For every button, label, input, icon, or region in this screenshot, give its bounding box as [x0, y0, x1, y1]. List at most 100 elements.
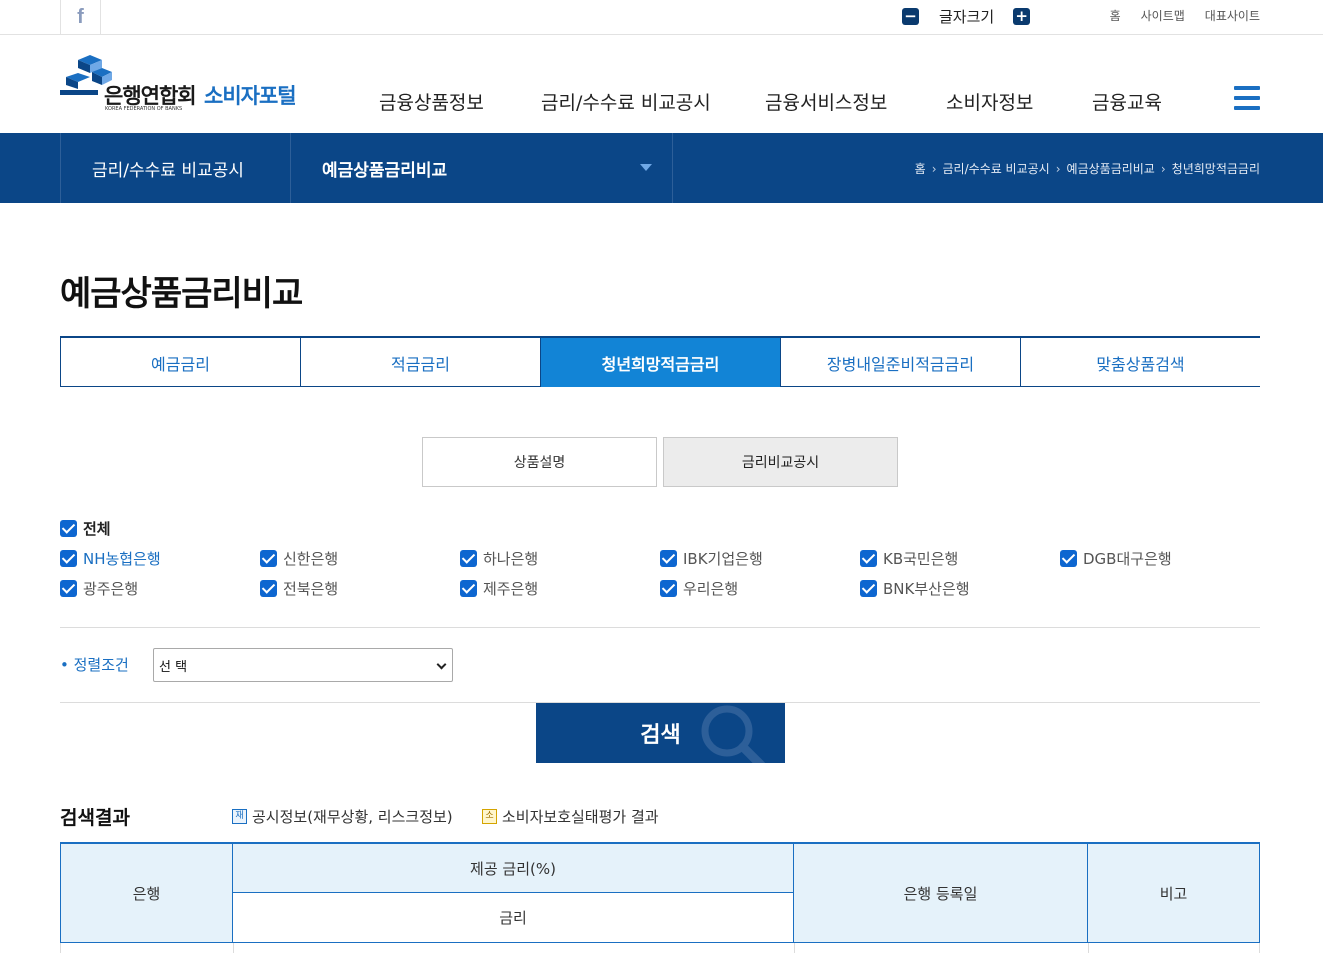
breadcrumb-current: 청년희망적금금리	[1171, 162, 1260, 176]
divider	[60, 627, 1260, 628]
checkbox-label: 우리은행	[683, 580, 739, 598]
font-size-control: − 글자크기 +	[902, 5, 1031, 27]
facebook-icon[interactable]: f	[60, 0, 101, 35]
checkbox-label: NH농협은행	[83, 550, 161, 568]
consumer-badge-icon: 소	[482, 809, 497, 824]
checkbox-label: 전북은행	[283, 580, 339, 598]
checkbox-checked-icon	[660, 580, 677, 597]
chevron-right-icon: ›	[1160, 161, 1166, 176]
utility-bar: f − 글자크기 + 홈 사이트맵 대표사이트	[0, 0, 1323, 35]
tab-deposit-rate[interactable]: 예금금리	[60, 338, 301, 387]
table-header-date: 은행 등록일	[794, 844, 1088, 943]
portal-name: 소비자포털	[204, 84, 297, 108]
caret-down-icon	[640, 164, 652, 171]
checkbox-bank[interactable]: 광주은행	[60, 578, 138, 599]
sort-select[interactable]: 선 택	[153, 648, 453, 682]
checkbox-checked-icon	[460, 550, 477, 567]
breadcrumb-section[interactable]: 금리/수수료 비교공시	[943, 160, 1050, 177]
chevron-down-icon	[436, 659, 447, 670]
tab-bar: 예금금리 적금금리 청년희망적금금리 장병내일준비적금금리 맞춤상품검색	[60, 336, 1260, 387]
checkbox-label: KB국민은행	[883, 550, 959, 568]
magnifier-icon	[701, 705, 765, 763]
main-site-link[interactable]: 대표사이트	[1205, 7, 1260, 24]
checkbox-label: 제주은행	[483, 580, 539, 598]
checkbox-checked-icon	[1060, 550, 1077, 567]
table-header-bank: 은행	[60, 844, 233, 943]
logo-subtitle: KOREA FEDERATION OF BANKS	[105, 106, 183, 112]
checkbox-bank[interactable]: DGB대구은행	[1060, 548, 1172, 569]
checkbox-label: 광주은행	[83, 580, 139, 598]
checkbox-checked-icon	[260, 550, 277, 567]
chevron-right-icon: ›	[1055, 161, 1061, 176]
checkbox-bank[interactable]: 하나은행	[460, 548, 538, 569]
subnav-current-label: 예금상품금리비교	[322, 160, 448, 181]
nav-item-consumer[interactable]: 소비자정보	[946, 88, 1033, 115]
breadcrumb-home[interactable]: 홈	[915, 160, 926, 177]
checkbox-bank[interactable]: IBK기업은행	[660, 548, 763, 569]
page: f − 글자크기 + 홈 사이트맵 대표사이트 은행연합회 KOREA FEDE…	[0, 0, 1323, 953]
font-size-label: 글자크기	[939, 7, 995, 26]
checkbox-checked-icon	[860, 580, 877, 597]
subnav-current-dropdown[interactable]: 예금상품금리비교	[291, 133, 673, 203]
sort-selected-value: 선 택	[159, 659, 188, 675]
checkbox-checked-icon	[60, 550, 77, 567]
checkbox-checked-icon	[660, 550, 677, 567]
checkbox-label: 전체	[83, 520, 111, 538]
checkbox-bank[interactable]: BNK부산은행	[860, 578, 970, 599]
checkbox-checked-icon	[60, 520, 77, 537]
search-button[interactable]: 검색	[536, 703, 785, 763]
page-title: 예금상품금리비교	[60, 274, 303, 314]
nav-item-services[interactable]: 금융서비스정보	[765, 88, 887, 115]
results-title: 검색결과	[60, 807, 130, 829]
menu-icon[interactable]	[1234, 86, 1260, 110]
checkbox-checked-icon	[460, 580, 477, 597]
checkbox-label: DGB대구은행	[1083, 550, 1172, 568]
tab-soldier-savings[interactable]: 장병내일준비적금금리	[781, 338, 1021, 387]
product-description-button[interactable]: 상품설명	[422, 437, 657, 487]
home-link[interactable]: 홈	[1110, 7, 1121, 24]
tab-youth-hope-savings[interactable]: 청년희망적금금리	[541, 338, 781, 387]
font-increase-button[interactable]: +	[1013, 7, 1031, 25]
table-header-note: 비고	[1088, 844, 1260, 943]
checkbox-bank[interactable]: 전북은행	[260, 578, 338, 599]
checkbox-checked-icon	[60, 580, 77, 597]
table-row	[60, 943, 1260, 953]
header: 은행연합회 KOREA FEDERATION OF BANKS 소비자포털 금융…	[0, 35, 1323, 133]
disclosure-badge-icon: 재	[232, 809, 247, 824]
legend-disclosure: 재 공시정보(재무상황, 리스크정보)	[232, 806, 453, 827]
checkbox-bank[interactable]: NH농협은행	[60, 548, 161, 569]
legend-disclosure-label: 공시정보(재무상황, 리스크정보)	[252, 808, 453, 826]
results-table: 은행 제공 금리(%) 금리 은행 등록일 비고	[60, 842, 1260, 953]
tab-custom-search[interactable]: 맞춤상품검색	[1021, 338, 1260, 387]
logo[interactable]: 은행연합회 KOREA FEDERATION OF BANKS 소비자포털	[60, 55, 310, 115]
breadcrumb: 홈 › 금리/수수료 비교공시 › 예금상품금리비교 › 청년희망적금금리	[915, 160, 1260, 177]
checkbox-checked-icon	[260, 580, 277, 597]
legend-consumer-protection: 소 소비자보호실태평가 결과	[482, 806, 659, 827]
nav-item-products[interactable]: 금융상품정보	[379, 88, 484, 115]
rate-disclosure-button[interactable]: 금리비교공시	[663, 437, 898, 487]
checkbox-label: BNK부산은행	[883, 580, 970, 598]
sub-nav-bar: 금리/수수료 비교공시 예금상품금리비교 홈 › 금리/수수료 비교공시 › 예…	[0, 133, 1323, 203]
table-header-rate: 금리	[233, 893, 794, 943]
font-decrease-button[interactable]: −	[902, 7, 919, 25]
checkbox-bank[interactable]: 우리은행	[660, 578, 738, 599]
checkbox-label: IBK기업은행	[683, 550, 763, 568]
sort-label: • 정렬조건	[60, 656, 129, 674]
chevron-right-icon: ›	[931, 161, 937, 176]
breadcrumb-page[interactable]: 예금상품금리비교	[1067, 160, 1155, 177]
checkbox-bank[interactable]: KB국민은행	[860, 548, 958, 569]
checkbox-checked-icon	[860, 550, 877, 567]
search-button-label: 검색	[640, 723, 681, 748]
nav-item-education[interactable]: 금융교육	[1092, 88, 1162, 115]
checkbox-label: 신한은행	[283, 550, 339, 568]
checkbox-all[interactable]: 전체	[60, 518, 111, 539]
sitemap-link[interactable]: 사이트맵	[1141, 7, 1185, 24]
checkbox-bank[interactable]: 신한은행	[260, 548, 338, 569]
checkbox-bank[interactable]: 제주은행	[460, 578, 538, 599]
nav-item-rate-compare[interactable]: 금리/수수료 비교공시	[541, 88, 711, 115]
subnav-section[interactable]: 금리/수수료 비교공시	[60, 133, 291, 203]
tab-savings-rate[interactable]: 적금금리	[301, 338, 541, 387]
utility-links: 홈 사이트맵 대표사이트	[1110, 7, 1260, 24]
table-header-rate-group: 제공 금리(%)	[233, 844, 794, 893]
legend-consumer-label: 소비자보호실태평가 결과	[502, 808, 659, 826]
